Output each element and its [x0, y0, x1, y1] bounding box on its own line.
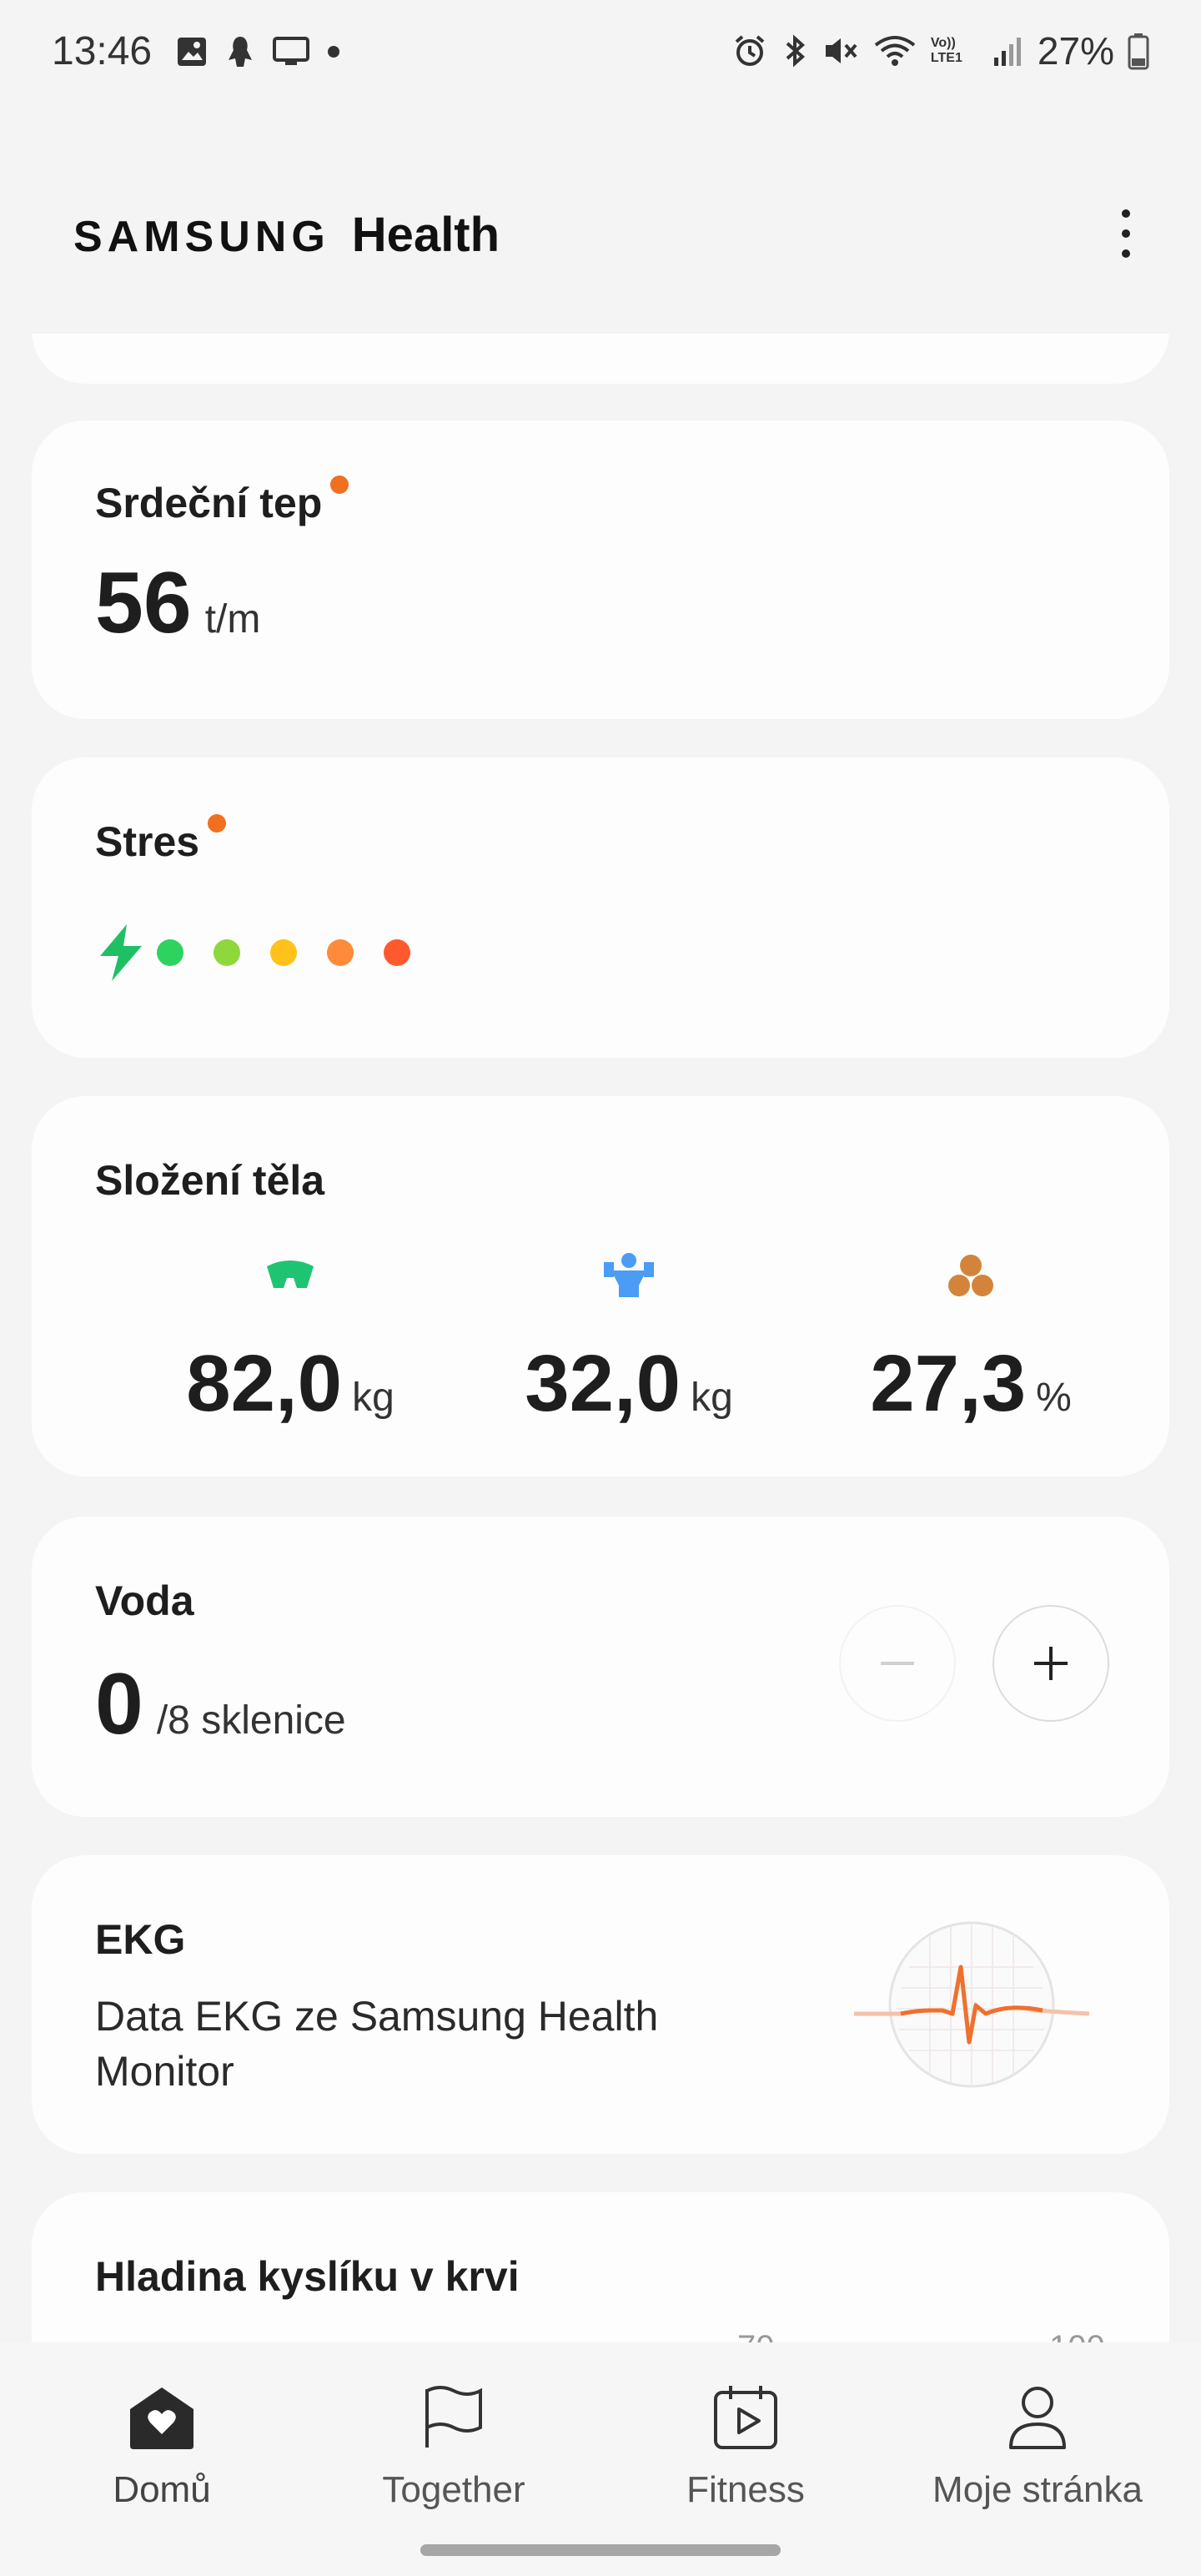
nav-label: Together — [382, 2469, 525, 2510]
water-card[interactable]: Voda 0/8 sklenice — [32, 1517, 1169, 1817]
heart-rate-card[interactable]: Srdeční tep 56 t/m — [32, 420, 1169, 719]
weight-unit: kg — [352, 1376, 394, 1420]
brand-health: Health — [351, 208, 500, 262]
lightning-icon — [100, 924, 142, 981]
nav-item-my-page[interactable]: Moje stránka — [896, 2376, 1179, 2511]
status-bar: 13:46 Vo)) LTE1 27% — [0, 0, 1201, 108]
muscle-icon — [604, 1253, 654, 1297]
home-heart-icon — [130, 2387, 193, 2449]
status-right: Vo)) LTE1 27% — [732, 28, 1149, 73]
weight-column: 82,0 kg — [123, 1246, 457, 1430]
muscle-value: 32,0 — [525, 1339, 681, 1428]
dot-icon — [328, 46, 339, 58]
battery-percentage: 27% — [1037, 29, 1114, 73]
alarm-icon — [735, 35, 765, 66]
stress-level-dot — [270, 939, 297, 966]
body-composition-title: Složení těla — [95, 1157, 325, 1204]
stress-level-dot — [384, 939, 410, 966]
body-fat-value: 27,3 — [870, 1339, 1027, 1428]
gallery-icon — [178, 38, 206, 66]
stress-level-dot — [214, 939, 240, 966]
mute-icon — [825, 38, 857, 63]
nav-item-together[interactable]: Together — [312, 2376, 595, 2511]
previous-card[interactable] — [32, 334, 1169, 384]
water-unit: /8 sklenice — [156, 1698, 346, 1743]
heart-rate-value-line: 56 t/m — [95, 554, 260, 653]
more-vertical-icon[interactable] — [1096, 200, 1156, 267]
plus-icon — [1034, 1647, 1068, 1680]
calendar-play-icon — [714, 2386, 777, 2449]
new-data-badge — [330, 475, 349, 494]
nav-label: Fitness — [686, 2469, 805, 2510]
bottom-navigation: Domů Together Fitness Moje stránka — [0, 2342, 1201, 2576]
ekg-card[interactable]: EKG Data EKG ze Samsung Health Monitor — [32, 1855, 1169, 2154]
status-left-icons — [175, 33, 342, 70]
battery-icon — [1128, 33, 1149, 70]
heart-rate-unit: t/m — [204, 597, 261, 641]
signal-icon — [993, 38, 1021, 66]
minus-icon — [881, 1662, 914, 1665]
app-header: SAMSUNG Health — [0, 192, 1201, 275]
bluetooth-icon — [786, 34, 805, 68]
scale-icon — [267, 1260, 314, 1288]
nav-label: Domů — [113, 2469, 211, 2510]
heart-rate-title-text: Srdeční tep — [95, 480, 323, 526]
water-decrease-button[interactable] — [839, 1605, 956, 1722]
muscle-unit: kg — [691, 1376, 733, 1420]
ekg-heartbeat-icon — [854, 1921, 1090, 2088]
blood-oxygen-title: Hladina kyslíku v krvi — [95, 2253, 520, 2300]
nav-label: Moje stránka — [932, 2469, 1143, 2510]
app-logo: SAMSUNG Health — [73, 207, 500, 263]
blood-oxygen-card[interactable]: Hladina kyslíku v krvi 70 100 — [32, 2192, 1169, 2344]
water-title: Voda — [95, 1577, 194, 1624]
volte-icon: Vo)) LTE1 — [930, 36, 962, 65]
body-fat-column: 27,3% — [804, 1246, 1138, 1430]
brand-samsung: SAMSUNG — [73, 213, 330, 261]
stress-title: Stres — [95, 814, 227, 866]
stress-scale — [93, 923, 410, 983]
stress-card[interactable]: Stres — [32, 757, 1169, 1058]
heart-rate-title: Srdeční tep — [95, 475, 349, 527]
dashboard-scroll-area[interactable]: Srdeční tep 56 t/m Stres Složení těla 82,… — [0, 334, 1201, 2344]
status-time: 13:46 — [52, 29, 153, 73]
home-indicator[interactable] — [420, 2544, 781, 2556]
weight-value: 82,0 — [186, 1339, 343, 1428]
stress-level-dot — [327, 939, 354, 966]
body-composition-card[interactable]: Složení těla 82,0 kg 32,0 kg 27,3% — [32, 1096, 1169, 1477]
stress-title-text: Stres — [95, 818, 200, 865]
muscle-column: 32,0 kg — [462, 1246, 796, 1430]
water-increase-button[interactable] — [992, 1605, 1109, 1722]
new-data-badge — [208, 814, 227, 833]
ekg-title: EKG — [95, 1916, 186, 1963]
water-value-line: 0/8 sklenice — [95, 1655, 346, 1754]
wifi-icon — [874, 36, 916, 66]
android-icon — [229, 37, 252, 67]
flag-icon — [425, 2386, 482, 2448]
ekg-description: Data EKG ze Samsung Health Monitor — [95, 1993, 659, 2095]
nav-item-home[interactable]: Domů — [20, 2376, 304, 2511]
water-value: 0 — [95, 1656, 143, 1753]
body-fat-unit: % — [1036, 1376, 1072, 1420]
person-icon — [1009, 2387, 1066, 2449]
heart-rate-value: 56 — [95, 555, 192, 652]
body-fat-icon — [948, 1255, 993, 1296]
stress-level-dot — [157, 939, 183, 966]
nav-item-fitness[interactable]: Fitness — [604, 2376, 887, 2511]
cast-icon — [273, 37, 309, 65]
